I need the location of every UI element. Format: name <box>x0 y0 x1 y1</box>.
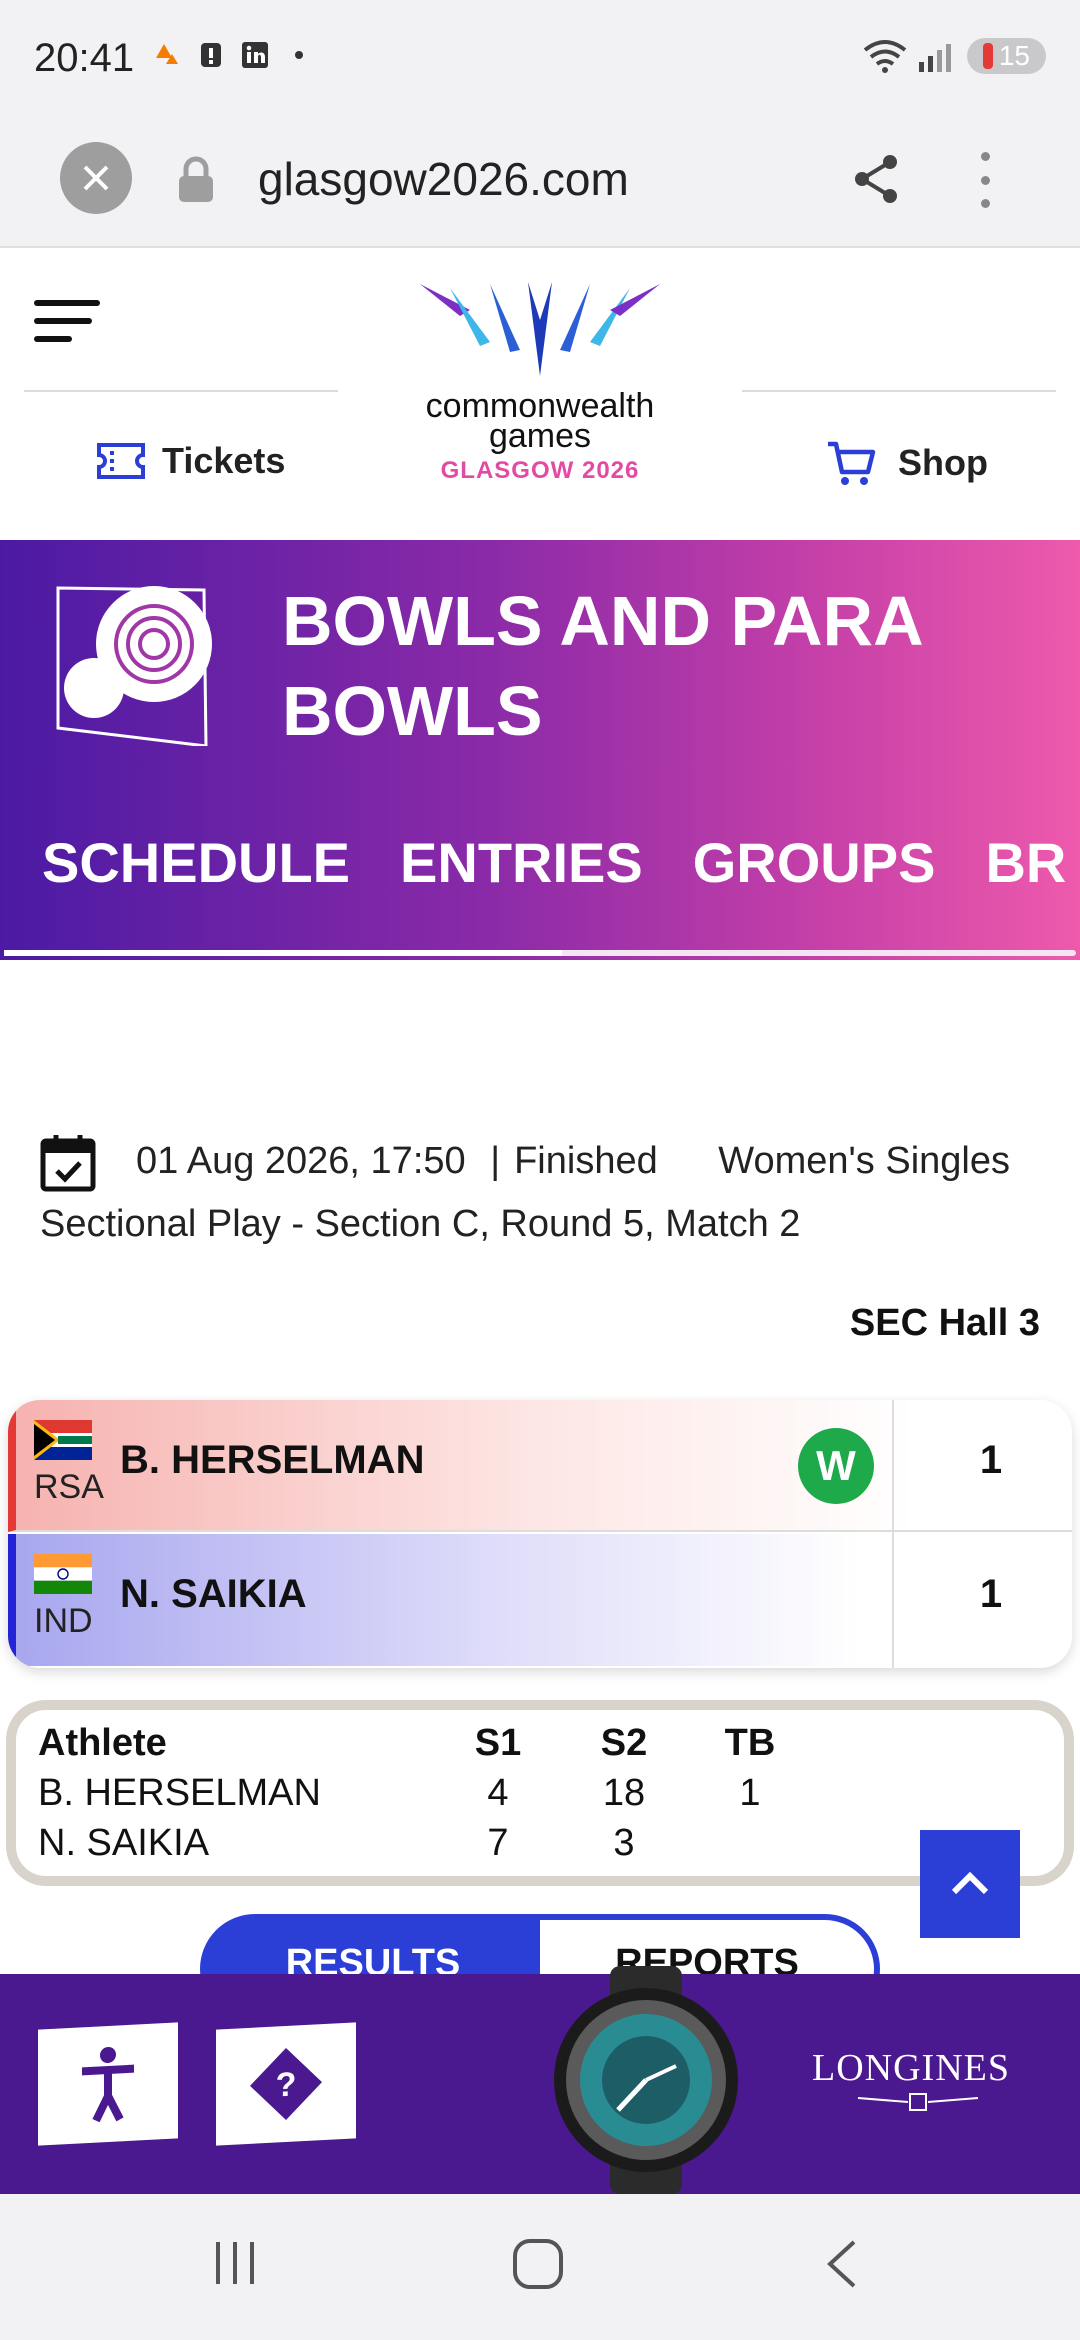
athlete-cell: B. HERSELMAN <box>38 1772 321 1814</box>
s1-cell: 7 <box>487 1822 509 1864</box>
menu-icon[interactable] <box>34 300 100 346</box>
player-name: N. SAIKIA <box>120 1572 307 1616</box>
logo-emblem <box>420 282 660 376</box>
venue: SEC Hall 3 <box>849 1302 1040 1344</box>
notification-icons <box>152 40 314 70</box>
wifi-icon <box>863 40 907 73</box>
tab-active-indicator <box>4 950 562 956</box>
competitor-row[interactable]: RSA B. HERSELMAN W 1 <box>8 1400 1072 1532</box>
dot-icon <box>295 51 303 59</box>
country-code: IND <box>34 1602 93 1640</box>
chevron-up-icon <box>951 1871 989 1895</box>
more-options-button[interactable] <box>978 152 992 208</box>
header-athlete: Athlete <box>38 1722 167 1764</box>
calendar-icon <box>40 1134 96 1192</box>
s2-cell: 18 <box>602 1772 646 1814</box>
set-scores-table: Athlete S1 S2 TB B. HERSELMAN 4 18 1 N. … <box>6 1700 1074 1886</box>
header-tb: TB <box>724 1722 776 1764</box>
player-score: 1 <box>979 1572 1003 1616</box>
sport-tabs: SCHEDULE ENTRIES GROUPS BR <box>0 830 1080 940</box>
browser-toolbar: glasgow2026.com <box>0 120 1080 248</box>
competitor-row[interactable]: IND N. SAIKIA 1 <box>8 1534 1072 1666</box>
recent-apps-icon[interactable] <box>210 2238 260 2288</box>
home-icon[interactable] <box>512 2238 564 2290</box>
alert-icon <box>201 43 221 67</box>
athlete-cell: N. SAIKIA <box>38 1822 210 1864</box>
strava-icon <box>156 44 178 64</box>
accessibility-icon <box>82 2046 134 2123</box>
sponsor-banner: ? LONGINES <box>0 1966 1080 2194</box>
watch-image <box>554 1966 738 2194</box>
status-time: 20:41 <box>34 36 135 80</box>
divider <box>742 390 1056 392</box>
tab-brackets[interactable]: BR <box>985 830 1066 940</box>
signal-icon <box>918 44 951 72</box>
match-info: 01 Aug 2026, 17:50 | Finished Women's Sin… <box>40 1130 1050 1255</box>
status-right: 15 <box>863 38 1046 74</box>
logo-subtitle: GLASGOW 2026 <box>440 457 640 484</box>
back-to-top-button[interactable] <box>920 1830 1020 1938</box>
s1-cell: 4 <box>487 1772 509 1814</box>
battery-level: 15 <box>998 40 1030 71</box>
player-name: B. HERSELMAN <box>120 1438 425 1482</box>
bowls-sport-icon <box>56 586 212 746</box>
url-field[interactable]: glasgow2026.com <box>258 152 629 206</box>
s2-cell: 3 <box>613 1822 635 1864</box>
lock-icon[interactable] <box>176 156 216 204</box>
tickets-link[interactable]: Tickets <box>96 440 285 482</box>
divider <box>892 1400 894 1668</box>
longines-wing-icon <box>857 2093 979 2111</box>
share-icon[interactable] <box>850 152 904 206</box>
help-button[interactable]: ? <box>216 2022 356 2146</box>
svg-text:?: ? <box>276 2065 297 2104</box>
help-icon: ? <box>250 2048 322 2120</box>
close-tab-button[interactable] <box>60 142 132 214</box>
country-code: RSA <box>34 1468 104 1506</box>
ticket-icon <box>97 443 145 479</box>
tab-entries[interactable]: ENTRIES <box>400 830 643 940</box>
cart-icon <box>828 441 876 485</box>
close-icon <box>83 165 109 191</box>
south-africa-flag-icon <box>34 1420 92 1460</box>
winner-badge: W <box>798 1428 874 1504</box>
tab-groups[interactable]: GROUPS <box>693 830 936 940</box>
player-score: 1 <box>979 1438 1003 1482</box>
divider <box>24 390 338 392</box>
longines-logo[interactable]: LONGINES <box>812 2046 1010 2090</box>
sport-title: BOWLS AND PARA BOWLS <box>282 582 922 750</box>
shop-link[interactable]: Shop <box>826 438 988 488</box>
commonwealth-games-logo[interactable]: commonwealth games GLASGOW 2026 <box>400 280 680 500</box>
header-s1: S1 <box>474 1722 522 1764</box>
match-status: Finished <box>514 1140 658 1182</box>
system-nav-bar <box>0 2194 1080 2340</box>
tickets-label: Tickets <box>162 440 286 481</box>
india-flag-icon <box>34 1554 92 1594</box>
logo-text-line2: games <box>488 417 592 455</box>
match-datetime: 01 Aug 2026, 17:50 <box>136 1140 466 1182</box>
score-card: RSA B. HERSELMAN W 1 IND N. SAIKIA 1 <box>8 1400 1072 1668</box>
tab-schedule[interactable]: SCHEDULE <box>42 830 350 940</box>
shop-label: Shop <box>898 442 988 483</box>
separator: | <box>490 1140 501 1182</box>
battery-indicator: 15 <box>966 38 1046 74</box>
tb-cell: 1 <box>739 1772 761 1814</box>
accessibility-button[interactable] <box>38 2022 178 2146</box>
status-bar: 20:41 15 <box>0 0 1080 120</box>
linkedin-icon <box>242 42 268 68</box>
back-icon[interactable] <box>822 2238 862 2290</box>
site-header: commonwealth games GLASGOW 2026 Tickets … <box>0 250 1080 540</box>
header-s2: S2 <box>600 1722 648 1764</box>
sport-hero-banner: BOWLS AND PARA BOWLS SCHEDULE ENTRIES GR… <box>0 540 1080 960</box>
